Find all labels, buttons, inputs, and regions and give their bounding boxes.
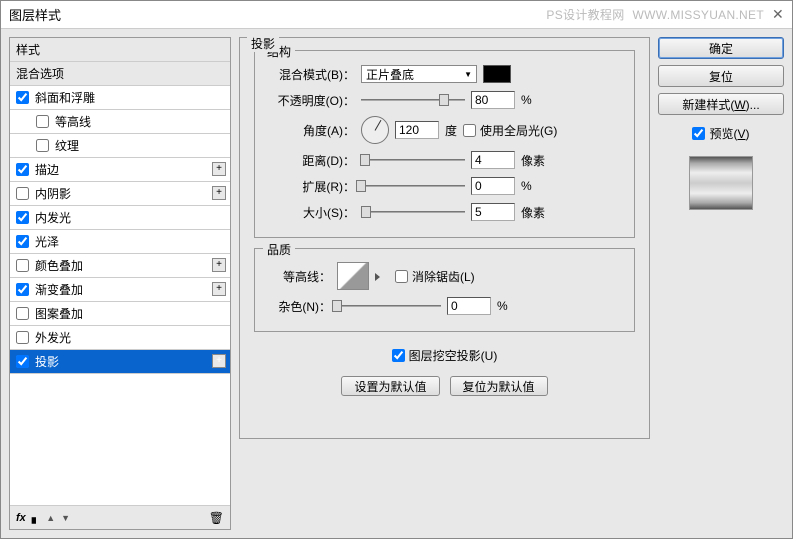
style-checkbox[interactable] <box>16 163 29 176</box>
style-item-9[interactable]: 图案叠加 <box>10 302 230 326</box>
style-label: 渐变叠加 <box>35 281 83 298</box>
layer-style-dialog: 图层样式 PS设计教程网 WWW.MISSYUAN.NET ✕ 样式 混合选项 … <box>0 0 793 539</box>
style-item-10[interactable]: 外发光 <box>10 326 230 350</box>
style-label: 内发光 <box>35 209 71 226</box>
style-checkbox[interactable] <box>16 355 29 368</box>
blend-mode-label: 混合模式(B)： <box>265 66 355 83</box>
add-effect-icon[interactable]: + <box>212 282 226 296</box>
size-label: 大小(S)： <box>265 204 355 221</box>
style-item-8[interactable]: 渐变叠加 + <box>10 278 230 302</box>
style-checkbox[interactable] <box>36 115 49 128</box>
knockout-checkbox[interactable]: 图层挖空投影(U) <box>392 347 498 364</box>
style-label: 颜色叠加 <box>35 257 83 274</box>
angle-input[interactable] <box>395 121 439 139</box>
fx-icon[interactable]: fx <box>16 512 26 524</box>
size-input[interactable] <box>471 203 515 221</box>
global-light-checkbox[interactable]: 使用全局光(G) <box>463 122 557 139</box>
style-item-0[interactable]: 斜面和浮雕 <box>10 86 230 110</box>
style-label: 等高线 <box>55 113 91 130</box>
noise-label: 杂色(N)： <box>265 298 331 315</box>
distance-input[interactable] <box>471 151 515 169</box>
style-list: 斜面和浮雕等高线纹理描边 + 内阴影 + 内发光光泽颜色叠加 + 渐变叠加 + 图案叠加外发光投… <box>10 86 230 505</box>
style-item-3[interactable]: 描边 + <box>10 158 230 182</box>
structure-fieldset: 结构 混合模式(B)： 正片叠底 ▼ 不透明度(O)： % <box>254 50 635 238</box>
style-item-5[interactable]: 内发光 <box>10 206 230 230</box>
style-label: 投影 <box>35 353 59 370</box>
style-label: 图案叠加 <box>35 305 83 322</box>
opacity-slider[interactable] <box>361 94 465 106</box>
close-icon[interactable]: ✕ <box>772 6 784 23</box>
style-checkbox[interactable] <box>16 91 29 104</box>
style-item-2[interactable]: 纹理 <box>10 134 230 158</box>
add-effect-icon[interactable]: + <box>212 354 226 368</box>
style-checkbox[interactable] <box>16 211 29 224</box>
quality-fieldset: 品质 等高线： 消除锯齿(L) 杂色(N)： % <box>254 248 635 332</box>
distance-label: 距离(D)： <box>265 152 355 169</box>
style-label: 内阴影 <box>35 185 71 202</box>
spread-slider[interactable] <box>361 180 465 192</box>
style-label: 描边 <box>35 161 59 178</box>
angle-label: 角度(A)： <box>265 122 355 139</box>
blend-mode-combo[interactable]: 正片叠底 ▼ <box>361 65 477 83</box>
style-item-6[interactable]: 光泽 <box>10 230 230 254</box>
preview-swatch <box>689 156 753 210</box>
style-checkbox[interactable] <box>16 283 29 296</box>
style-checkbox[interactable] <box>16 187 29 200</box>
style-checkbox[interactable] <box>16 331 29 344</box>
window-title: 图层样式 <box>9 5 61 24</box>
watermark: PS设计教程网 WWW.MISSYUAN.NET ✕ <box>546 6 784 23</box>
style-checkbox[interactable] <box>16 235 29 248</box>
new-style-button[interactable]: 新建样式(W)... <box>658 93 784 115</box>
contour-label: 等高线： <box>265 268 331 285</box>
distance-slider[interactable] <box>361 154 465 166</box>
panel-title: 投影 <box>247 35 279 52</box>
noise-slider[interactable] <box>337 300 441 312</box>
cancel-button[interactable]: 复位 <box>658 65 784 87</box>
style-item-7[interactable]: 颜色叠加 + <box>10 254 230 278</box>
right-column: 确定 复位 新建样式(W)... 预览(V) <box>658 37 784 530</box>
quality-legend: 品质 <box>263 241 295 258</box>
add-effect-icon[interactable]: + <box>212 186 226 200</box>
styles-header[interactable]: 样式 <box>10 38 230 62</box>
make-default-button[interactable]: 设置为默认值 <box>341 376 439 396</box>
style-label: 纹理 <box>55 137 79 154</box>
noise-input[interactable] <box>447 297 491 315</box>
trash-icon[interactable]: 🗑 <box>209 511 224 525</box>
spread-input[interactable] <box>471 177 515 195</box>
panel-box: 结构 混合模式(B)： 正片叠底 ▼ 不透明度(O)： % <box>239 37 650 439</box>
shadow-color-swatch[interactable] <box>483 65 511 83</box>
preview-checkbox[interactable]: 预览(V) <box>658 125 784 142</box>
style-label: 光泽 <box>35 233 59 250</box>
style-item-4[interactable]: 内阴影 + <box>10 182 230 206</box>
style-label: 斜面和浮雕 <box>35 89 95 106</box>
style-item-11[interactable]: 投影 + <box>10 350 230 374</box>
style-checkbox[interactable] <box>16 307 29 320</box>
titlebar: 图层样式 PS设计教程网 WWW.MISSYUAN.NET ✕ <box>1 1 792 29</box>
style-checkbox[interactable] <box>16 259 29 272</box>
move-up-icon[interactable]: ▲ <box>46 513 55 523</box>
fx-menu-icon[interactable]: ▖ <box>32 511 40 524</box>
opacity-input[interactable] <box>471 91 515 109</box>
style-label: 外发光 <box>35 329 71 346</box>
styles-sidebar: 样式 混合选项 斜面和浮雕等高线纹理描边 + 内阴影 + 内发光光泽颜色叠加 + 渐变叠加 +… <box>9 37 231 530</box>
ok-button[interactable]: 确定 <box>658 37 784 59</box>
spread-label: 扩展(R)： <box>265 178 355 195</box>
dialog-body: 样式 混合选项 斜面和浮雕等高线纹理描边 + 内阴影 + 内发光光泽颜色叠加 + 渐变叠加 +… <box>1 29 792 538</box>
add-effect-icon[interactable]: + <box>212 258 226 272</box>
reset-default-button[interactable]: 复位为默认值 <box>450 376 548 396</box>
angle-dial[interactable] <box>361 116 389 144</box>
sidebar-footer: fx ▖ ▲ ▼ 🗑 <box>10 505 230 529</box>
size-slider[interactable] <box>361 206 465 218</box>
settings-panel: 投影 结构 混合模式(B)： 正片叠底 ▼ 不透明度(O)： <box>239 37 650 530</box>
antialias-checkbox[interactable]: 消除锯齿(L) <box>395 268 475 285</box>
move-down-icon[interactable]: ▼ <box>61 513 70 523</box>
style-checkbox[interactable] <box>36 139 49 152</box>
blending-options[interactable]: 混合选项 <box>10 62 230 86</box>
contour-picker[interactable] <box>337 262 369 290</box>
add-effect-icon[interactable]: + <box>212 162 226 176</box>
chevron-down-icon: ▼ <box>464 70 472 79</box>
opacity-label: 不透明度(O)： <box>265 92 355 109</box>
style-item-1[interactable]: 等高线 <box>10 110 230 134</box>
